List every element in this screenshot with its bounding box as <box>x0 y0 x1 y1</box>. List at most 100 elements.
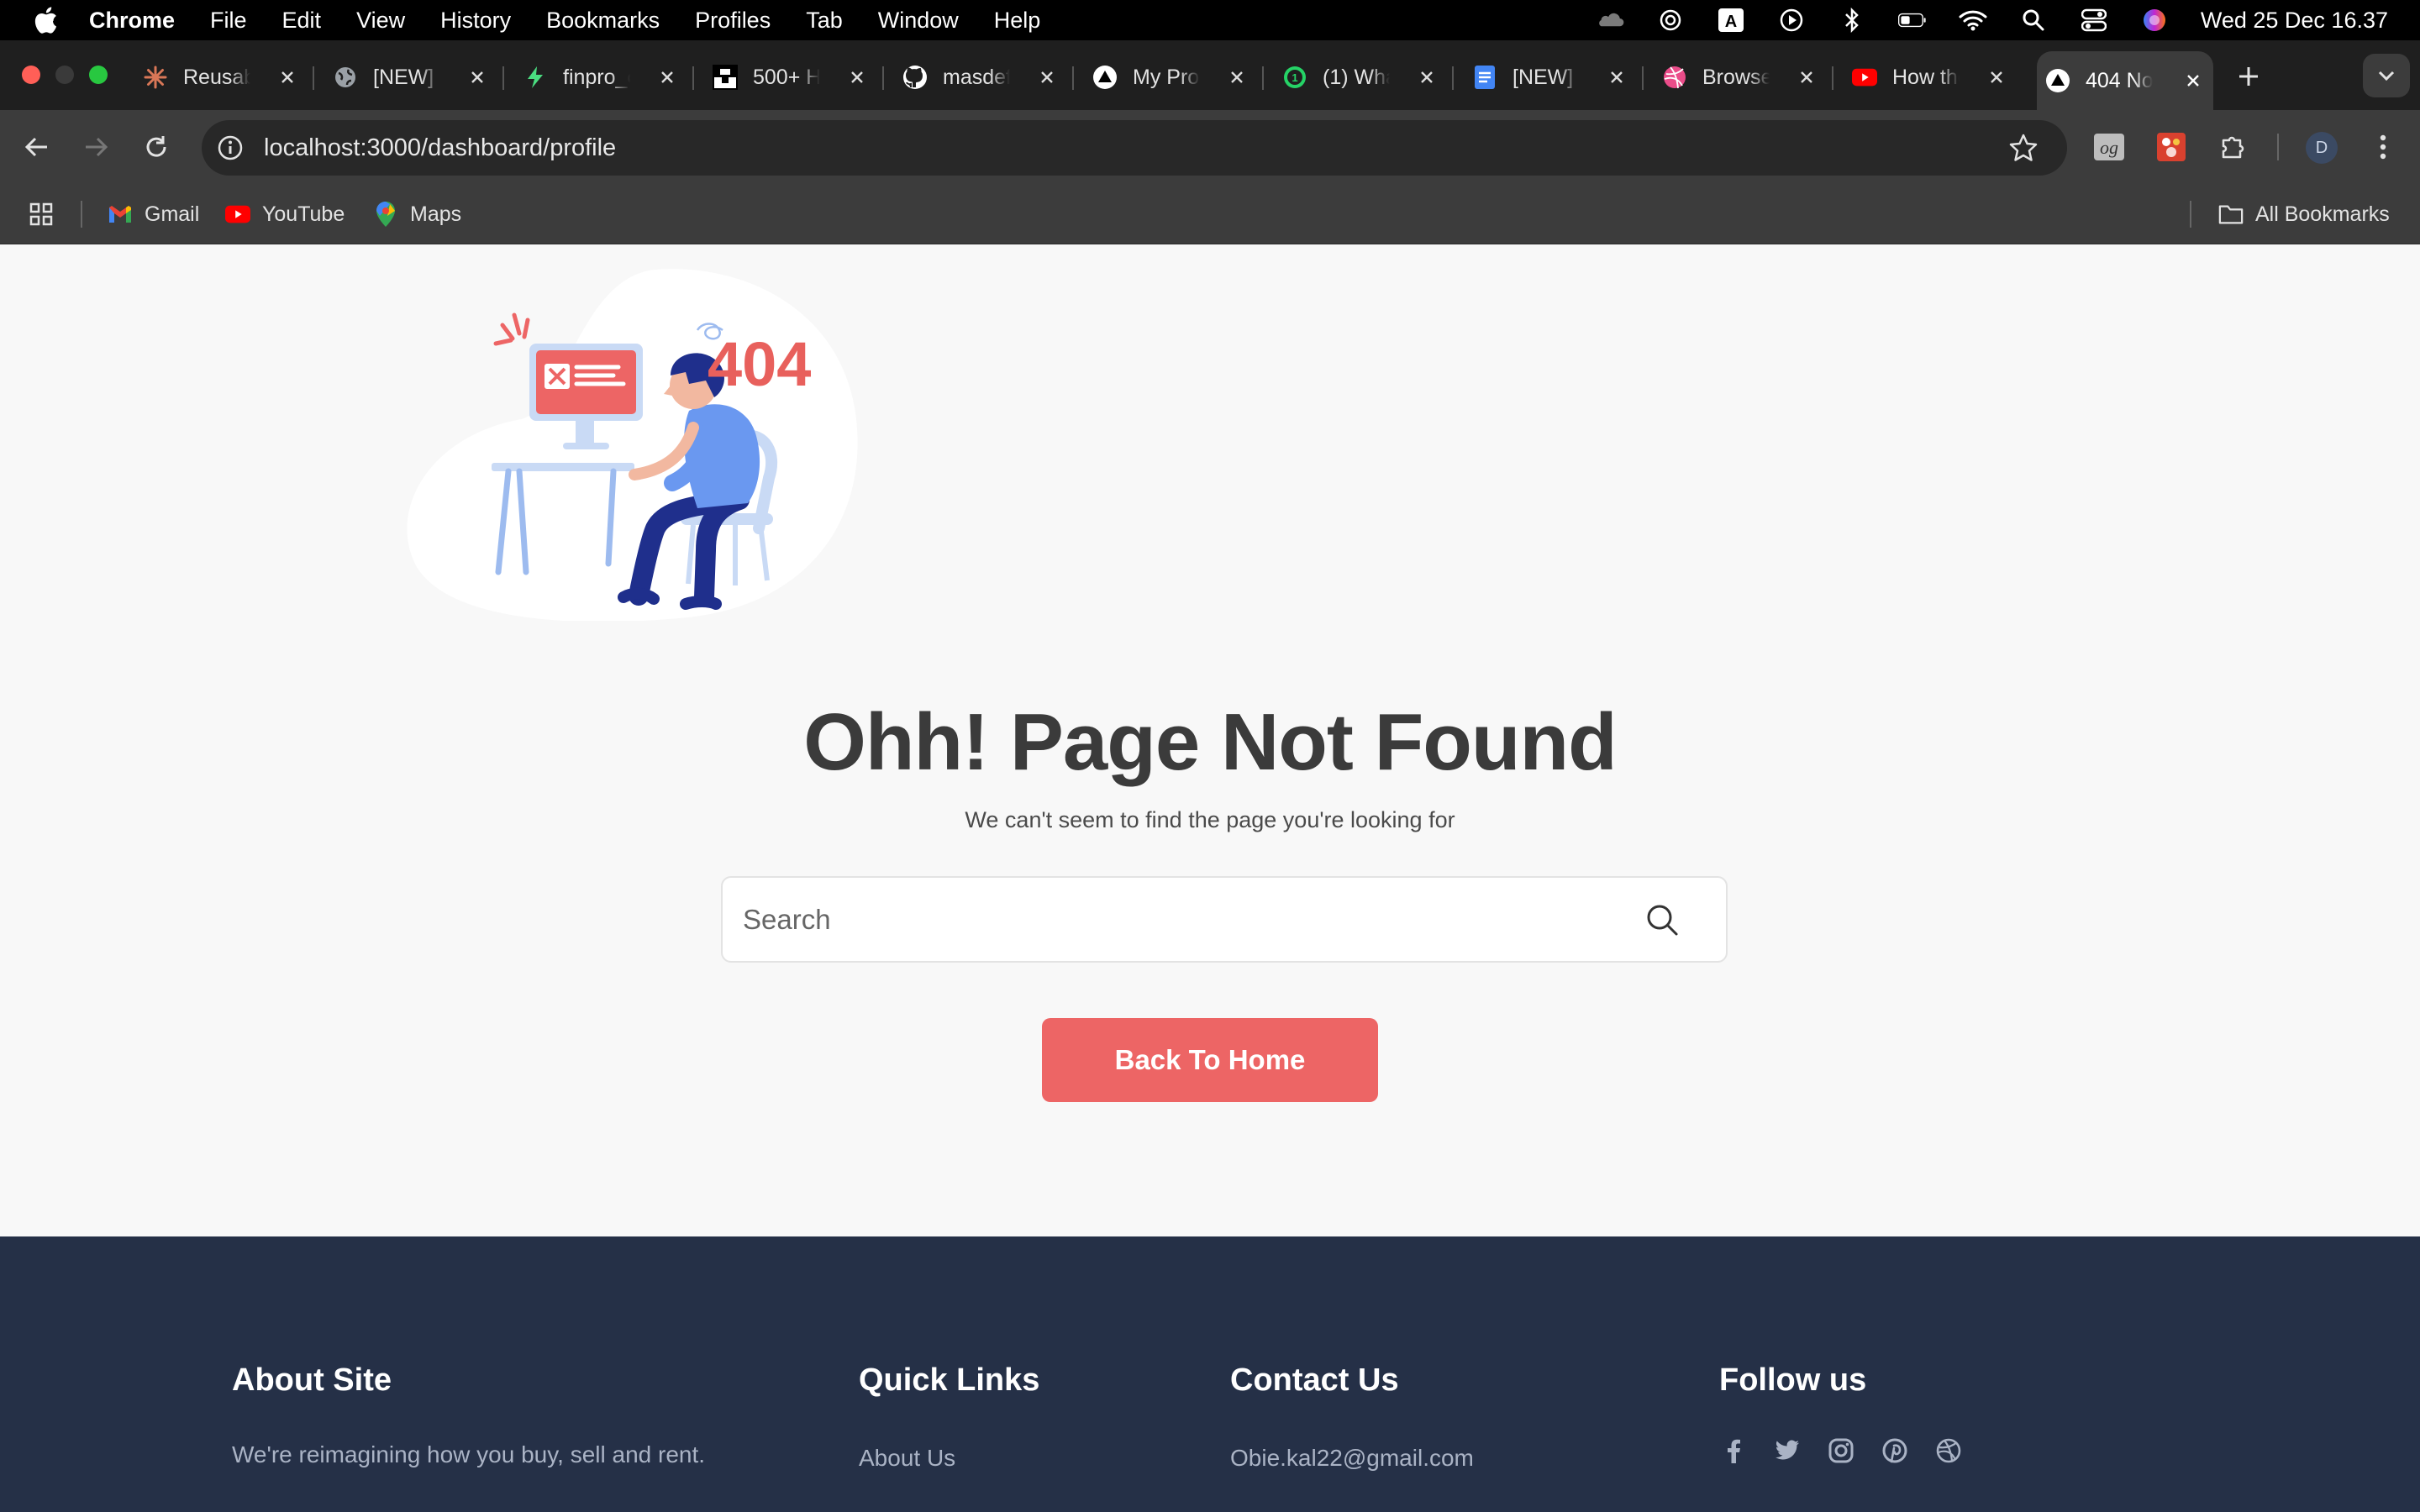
globe-icon <box>333 65 358 90</box>
close-tab-icon[interactable] <box>845 66 869 89</box>
bookmark-separator <box>2190 201 2191 228</box>
pinterest-icon[interactable] <box>1881 1436 1909 1465</box>
tab-my-profile[interactable]: My Prof <box>1084 51 1264 103</box>
tab-search-button[interactable] <box>2363 54 2410 97</box>
close-tab-icon[interactable] <box>466 66 489 89</box>
menu-tab[interactable]: Tab <box>806 8 843 34</box>
site-footer: About Site We're reimagining how you buy… <box>0 1236 2420 1512</box>
menu-history[interactable]: History <box>440 8 511 34</box>
menu-edit[interactable]: Edit <box>282 8 322 34</box>
tab-reusab[interactable]: Reusab <box>134 51 314 103</box>
close-tab-icon[interactable] <box>1415 66 1439 89</box>
address-bar[interactable]: localhost:3000/dashboard/profile <box>202 120 2067 176</box>
bookmark-maps[interactable]: Maps <box>373 199 461 229</box>
footer-about-title: About Site <box>232 1362 392 1398</box>
back-to-home-button[interactable]: Back To Home <box>1042 1018 1378 1102</box>
battery-icon[interactable] <box>1897 6 1927 34</box>
chrome-menu-icon[interactable] <box>2365 129 2402 165</box>
tab-youtube-video[interactable]: How the <box>1844 51 2017 103</box>
apps-grid-icon[interactable] <box>29 199 54 229</box>
bookmark-youtube[interactable]: YouTube <box>225 199 345 229</box>
apple-logo-icon[interactable] <box>34 5 59 35</box>
all-bookmarks-label: All Bookmarks <box>2255 202 2390 226</box>
tab-separator <box>313 66 314 90</box>
menu-window[interactable]: Window <box>878 8 959 34</box>
menu-file[interactable]: File <box>210 8 247 34</box>
docs-icon <box>1472 65 1497 90</box>
tab-separator <box>1642 66 1644 90</box>
siri-icon[interactable] <box>2140 6 2169 34</box>
tab-title: 404 No <box>2086 68 2153 92</box>
search-icon[interactable] <box>1645 903 1679 937</box>
new-tab-button[interactable] <box>2232 60 2265 94</box>
site-info-icon[interactable] <box>215 133 245 163</box>
menu-app-name[interactable]: Chrome <box>89 8 175 34</box>
tab-new-1[interactable]: [NEW] I <box>324 51 504 103</box>
menu-help[interactable]: Help <box>994 8 1041 34</box>
menu-view[interactable]: View <box>356 8 405 34</box>
tab-strip: Reusab [NEW] I finpro_c 500+ H masdef <box>0 40 2420 110</box>
window-zoom-button[interactable] <box>89 66 108 84</box>
vercel-icon <box>2045 68 2070 93</box>
youtube-icon <box>225 202 250 227</box>
bookmark-star-icon[interactable] <box>2008 133 2039 163</box>
close-tab-icon[interactable] <box>655 66 679 89</box>
window-minimize-button[interactable] <box>55 66 74 84</box>
close-tab-icon[interactable] <box>276 66 299 89</box>
input-source-icon[interactable]: A <box>1717 6 1745 34</box>
social-links <box>1719 1436 1963 1465</box>
tab-whatsapp[interactable]: 1 (1) Wha <box>1274 51 1454 103</box>
tab-masdef[interactable]: masdef <box>894 51 1074 103</box>
tab-404-active[interactable]: 404 No <box>2037 51 2213 110</box>
tab-title: masdef <box>943 65 1010 89</box>
cloud-icon[interactable] <box>1596 6 1624 34</box>
close-tab-icon[interactable] <box>2181 69 2205 92</box>
footer-follow-title: Follow us <box>1719 1362 1867 1398</box>
menu-bookmarks[interactable]: Bookmarks <box>546 8 660 34</box>
bookmark-label: Maps <box>410 202 462 226</box>
tab-browse[interactable]: Browse <box>1654 51 1833 103</box>
back-arrow-icon[interactable] <box>18 129 55 165</box>
all-bookmarks-button[interactable]: All Bookmarks <box>2218 199 2390 229</box>
footer-link-about-us[interactable]: About Us <box>859 1445 955 1472</box>
window-close-button[interactable] <box>22 66 40 84</box>
tab-500-h[interactable]: 500+ H <box>704 51 884 103</box>
bluetooth-icon[interactable] <box>1838 6 1866 34</box>
close-tab-icon[interactable] <box>1985 66 2008 89</box>
youtube-icon <box>1852 65 1877 90</box>
footer-contact-email[interactable]: Obie.kal22@gmail.com <box>1230 1445 1474 1472</box>
tab-separator <box>692 66 694 90</box>
bookmark-gmail[interactable]: Gmail <box>108 199 199 229</box>
control-center-icon[interactable] <box>2080 6 2108 34</box>
url-text[interactable]: localhost:3000/dashboard/profile <box>264 134 616 162</box>
footer-follow: Follow us <box>1719 1362 1961 1463</box>
close-tab-icon[interactable] <box>1605 66 1628 89</box>
unsplash-icon <box>713 65 738 90</box>
tab-finpro[interactable]: finpro_c <box>514 51 694 103</box>
svg-text:og: og <box>2100 137 2118 158</box>
openai-icon[interactable] <box>1656 6 1685 34</box>
pattern-extension-icon[interactable] <box>2153 129 2190 165</box>
forward-arrow-icon[interactable] <box>77 129 114 165</box>
tab-new-2[interactable]: [NEW] I <box>1464 51 1644 103</box>
play-icon[interactable] <box>1777 6 1806 34</box>
tab-separator <box>1262 66 1264 90</box>
profile-avatar[interactable]: D <box>2306 132 2338 164</box>
spotlight-search-icon[interactable] <box>2019 6 2048 34</box>
instagram-icon[interactable] <box>1827 1436 1855 1465</box>
twitter-icon[interactable] <box>1773 1436 1802 1465</box>
menubar-clock[interactable]: Wed 25 Dec 16.37 <box>2201 8 2388 34</box>
facebook-icon[interactable] <box>1719 1436 1748 1465</box>
close-tab-icon[interactable] <box>1795 66 1818 89</box>
close-tab-icon[interactable] <box>1035 66 1059 89</box>
close-tab-icon[interactable] <box>1225 66 1249 89</box>
search-input[interactable] <box>743 878 1617 962</box>
og-extension-icon[interactable]: og <box>2091 129 2128 165</box>
svg-text:A: A <box>1725 13 1737 31</box>
wifi-icon[interactable] <box>1959 6 1987 34</box>
extensions-puzzle-icon[interactable] <box>2215 129 2252 165</box>
reload-icon[interactable] <box>138 129 175 165</box>
menu-profiles[interactable]: Profiles <box>695 8 771 34</box>
dribbble-icon[interactable] <box>1934 1436 1963 1465</box>
github-icon <box>902 65 928 90</box>
